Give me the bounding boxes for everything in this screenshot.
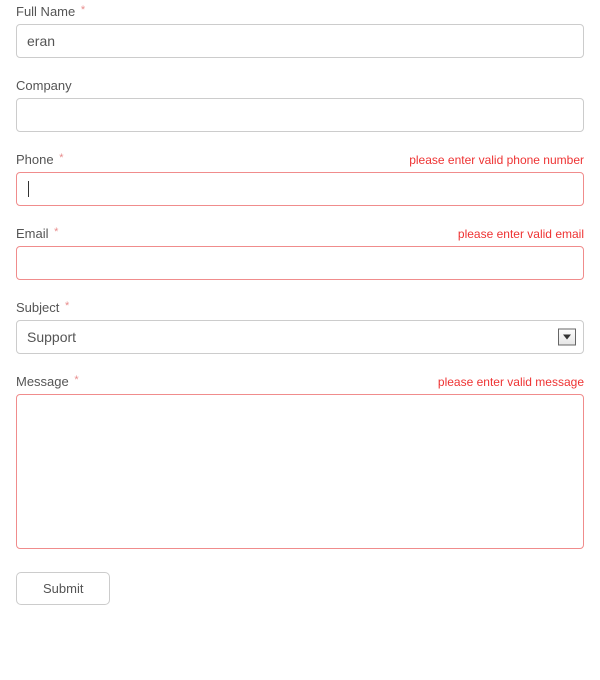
fullname-group: Full Name * [16, 4, 584, 58]
email-label: Email * [16, 226, 58, 241]
fullname-label: Full Name * [16, 4, 85, 19]
subject-label: Subject * [16, 300, 69, 315]
subject-group: Subject * Support [16, 300, 584, 354]
subject-select[interactable]: Support [16, 320, 584, 354]
phone-group: Phone * please enter valid phone number [16, 152, 584, 206]
text-cursor [28, 181, 29, 197]
message-textarea[interactable] [16, 394, 584, 549]
message-group: Message * please enter valid message [16, 374, 584, 552]
label-row: Phone * please enter valid phone number [16, 152, 584, 167]
message-error: please enter valid message [438, 375, 584, 389]
fullname-input[interactable] [16, 24, 584, 58]
phone-input[interactable] [16, 172, 584, 206]
required-asterisk: * [65, 300, 69, 312]
phone-label: Phone * [16, 152, 64, 167]
email-error: please enter valid email [458, 227, 584, 241]
phone-error: please enter valid phone number [409, 153, 584, 167]
contact-form: Full Name * Company Phone * please enter… [16, 4, 584, 605]
company-input[interactable] [16, 98, 584, 132]
company-group: Company [16, 78, 584, 132]
company-label: Company [16, 78, 72, 93]
email-input[interactable] [16, 246, 584, 280]
email-group: Email * please enter valid email [16, 226, 584, 280]
subject-select-value: Support [16, 320, 584, 354]
label-row: Email * please enter valid email [16, 226, 584, 241]
required-asterisk: * [81, 4, 85, 16]
label-row: Subject * [16, 300, 584, 315]
required-asterisk: * [74, 374, 78, 386]
submit-button[interactable]: Submit [16, 572, 110, 605]
required-asterisk: * [59, 152, 63, 164]
label-row: Full Name * [16, 4, 584, 19]
label-row: Company [16, 78, 584, 93]
label-row: Message * please enter valid message [16, 374, 584, 389]
chevron-down-icon[interactable] [558, 329, 576, 346]
required-asterisk: * [54, 226, 58, 238]
message-label: Message * [16, 374, 79, 389]
